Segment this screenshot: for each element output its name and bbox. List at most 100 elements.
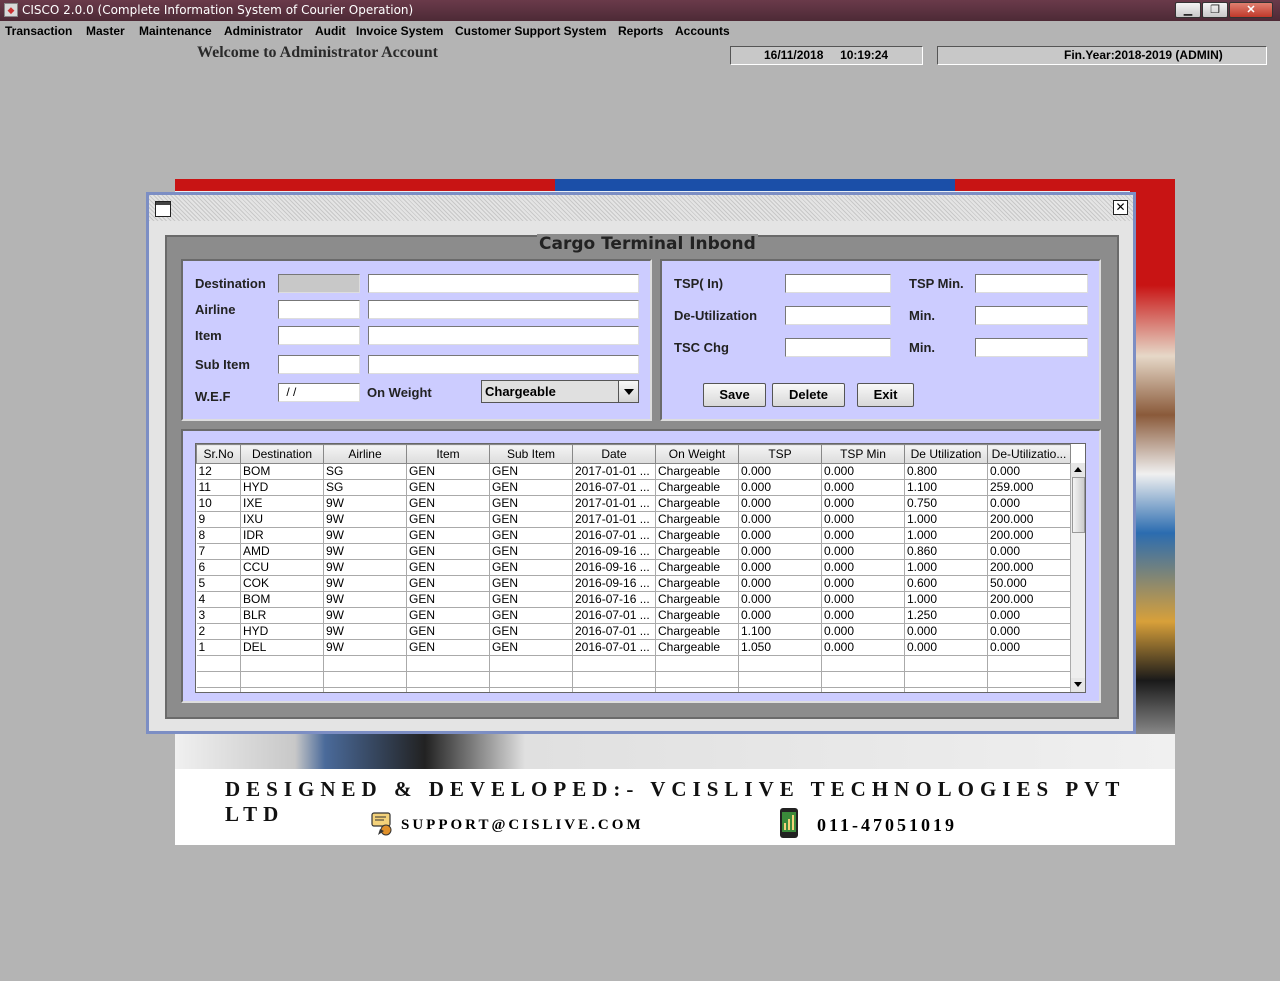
airline-code-field[interactable]	[278, 300, 360, 319]
form-group-box: Cargo Terminal Inbond Destination Airlin…	[165, 234, 1119, 719]
table-cell: HYD	[240, 479, 324, 496]
column-header[interactable]: Item	[406, 444, 490, 464]
banner-photo-strip	[1130, 179, 1175, 769]
column-header[interactable]: TSP Min	[821, 444, 905, 464]
table-cell: 0.000	[738, 559, 822, 576]
table-cell: 2	[196, 623, 241, 640]
table-cell: 0.000	[738, 575, 822, 592]
minimize-button[interactable]: ▁	[1175, 2, 1201, 18]
scroll-up-icon[interactable]	[1071, 463, 1085, 477]
table-row[interactable]: 11 HYD SG GEN GEN 2016-07-01 ... Chargeable 0.0…	[196, 479, 1071, 496]
table-cell: 9	[196, 511, 241, 528]
column-header[interactable]: TSP	[738, 444, 822, 464]
table-cell: 0.000	[738, 511, 822, 528]
delete-button[interactable]: Delete	[772, 383, 845, 407]
column-header[interactable]: Date	[572, 444, 656, 464]
menu-maintenance[interactable]: Maintenance	[139, 24, 212, 38]
menu-transaction[interactable]: Transaction	[5, 24, 72, 38]
table-cell	[987, 655, 1071, 672]
chevron-down-icon[interactable]	[618, 381, 638, 402]
tsp-min-field[interactable]	[975, 274, 1088, 293]
table-cell: GEN	[406, 495, 490, 512]
sub-item-label: Sub Item	[195, 357, 250, 372]
table-cell: GEN	[406, 543, 490, 560]
table-cell: 1.000	[904, 591, 988, 608]
table-cell: 200.000	[987, 559, 1071, 576]
sub-item-code-field[interactable]	[278, 355, 360, 374]
table-cell: 0.000	[738, 495, 822, 512]
table-row[interactable]: 6 CCU 9W GEN GEN 2016-09-16 ... Chargeable 0.00…	[196, 559, 1071, 576]
exit-button[interactable]: Exit	[857, 383, 914, 407]
menu-administrator[interactable]: Administrator	[224, 24, 303, 38]
tsc-chg-field[interactable]	[785, 338, 891, 357]
table-row[interactable]: 1 DEL 9W GEN GEN 2016-07-01 ... Chargeable 1.05…	[196, 639, 1071, 656]
table-cell	[655, 687, 739, 692]
banner-photo-bottom	[175, 734, 1175, 769]
table-cell: 0.000	[987, 623, 1071, 640]
table-row[interactable]: 7 AMD 9W GEN GEN 2016-09-16 ... Chargeable 0.00…	[196, 543, 1071, 560]
table-row[interactable]: 8 IDR 9W GEN GEN 2016-07-01 ... Chargeable 0.00…	[196, 527, 1071, 544]
table-cell: Chargeable	[655, 639, 739, 656]
table-cell: 5	[196, 575, 241, 592]
airline-name-field[interactable]	[368, 300, 639, 319]
table-cell: CCU	[240, 559, 324, 576]
menu-master[interactable]: Master	[86, 24, 125, 38]
maximize-button[interactable]: ❐	[1202, 2, 1228, 18]
table-row[interactable]: 3 BLR 9W GEN GEN 2016-07-01 ... Chargeable 0.00…	[196, 607, 1071, 624]
frame-close-button[interactable]: ✕	[1113, 200, 1128, 215]
scroll-thumb[interactable]	[1072, 477, 1085, 533]
menu-accounts[interactable]: Accounts	[675, 24, 730, 38]
table-cell: 1.000	[904, 527, 988, 544]
internal-frame-titlebar[interactable]: ✕	[149, 195, 1133, 221]
item-code-field[interactable]	[278, 326, 360, 345]
records-table-container: Sr.No Destination Airline Item Sub Item Date O…	[195, 443, 1086, 693]
table-body: 12 BOM SG GEN GEN 2017-01-01 ... Chargeable 0.0…	[196, 463, 1071, 692]
tsc-min-field[interactable]	[975, 338, 1088, 357]
column-header[interactable]: De Utilization	[904, 444, 988, 464]
table-row[interactable]: 10 IXE 9W GEN GEN 2017-01-01 ... Chargeable 0.0…	[196, 495, 1071, 512]
table-cell: 9W	[323, 543, 407, 560]
tsp-in-field[interactable]	[785, 274, 891, 293]
sub-item-name-field[interactable]	[368, 355, 639, 374]
table-row[interactable]: 9 IXU 9W GEN GEN 2017-01-01 ... Chargeable 0.00…	[196, 511, 1071, 528]
de-utilization-min-field[interactable]	[975, 306, 1088, 325]
menu-reports[interactable]: Reports	[618, 24, 663, 38]
column-header[interactable]: Airline	[323, 444, 407, 464]
table-cell: Chargeable	[655, 559, 739, 576]
table-row[interactable]: 12 BOM SG GEN GEN 2017-01-01 ... Chargeable 0.0…	[196, 463, 1071, 480]
table-cell: 0.000	[738, 527, 822, 544]
table-row[interactable]: 5 COK 9W GEN GEN 2016-09-16 ... Chargeable 0.00…	[196, 575, 1071, 592]
table-cell: GEN	[406, 527, 490, 544]
column-header[interactable]: Sr.No	[196, 444, 241, 464]
table-cell	[904, 655, 988, 672]
column-header[interactable]: On Weight	[655, 444, 739, 464]
tsc-chg-label: TSC Chg	[674, 340, 729, 355]
de-utilization-field[interactable]	[785, 306, 891, 325]
menu-invoice-system[interactable]: Invoice System	[356, 24, 443, 38]
table-cell: IXE	[240, 495, 324, 512]
charges-panel: TSP( In) TSP Min. De-Utilization Min. TS…	[660, 259, 1101, 421]
table-cell	[489, 687, 573, 692]
on-weight-select[interactable]: Chargeable	[481, 380, 639, 403]
menu-audit[interactable]: Audit	[315, 24, 346, 38]
table-cell: SG	[323, 463, 407, 480]
table-scrollbar[interactable]	[1070, 463, 1085, 692]
save-button[interactable]: Save	[703, 383, 766, 407]
frame-window-icon	[155, 201, 171, 217]
designed-by-text: DESIGNED & DEVELOPED:- VCISLIVE TECHNOLO…	[225, 777, 1126, 826]
scroll-down-icon[interactable]	[1071, 678, 1085, 692]
destination-name-field[interactable]	[368, 274, 639, 293]
wef-date-field[interactable]: / /	[278, 383, 360, 402]
menu-customer-support-system[interactable]: Customer Support System	[455, 24, 606, 38]
item-name-field[interactable]	[368, 326, 639, 345]
column-header[interactable]: Destination	[240, 444, 324, 464]
table-row-empty[interactable]	[196, 655, 1071, 672]
phone-icon	[780, 808, 798, 838]
column-header[interactable]: Sub Item	[489, 444, 573, 464]
table-row-empty[interactable]	[196, 687, 1071, 692]
column-header[interactable]: De-Utilizatio...	[987, 444, 1071, 464]
close-button[interactable]: ✕	[1229, 2, 1273, 18]
table-row[interactable]: 2 HYD 9W GEN GEN 2016-07-01 ... Chargeable 1.10…	[196, 623, 1071, 640]
table-row[interactable]: 4 BOM 9W GEN GEN 2016-07-16 ... Chargeable 0.00…	[196, 591, 1071, 608]
table-row-empty[interactable]	[196, 671, 1071, 688]
